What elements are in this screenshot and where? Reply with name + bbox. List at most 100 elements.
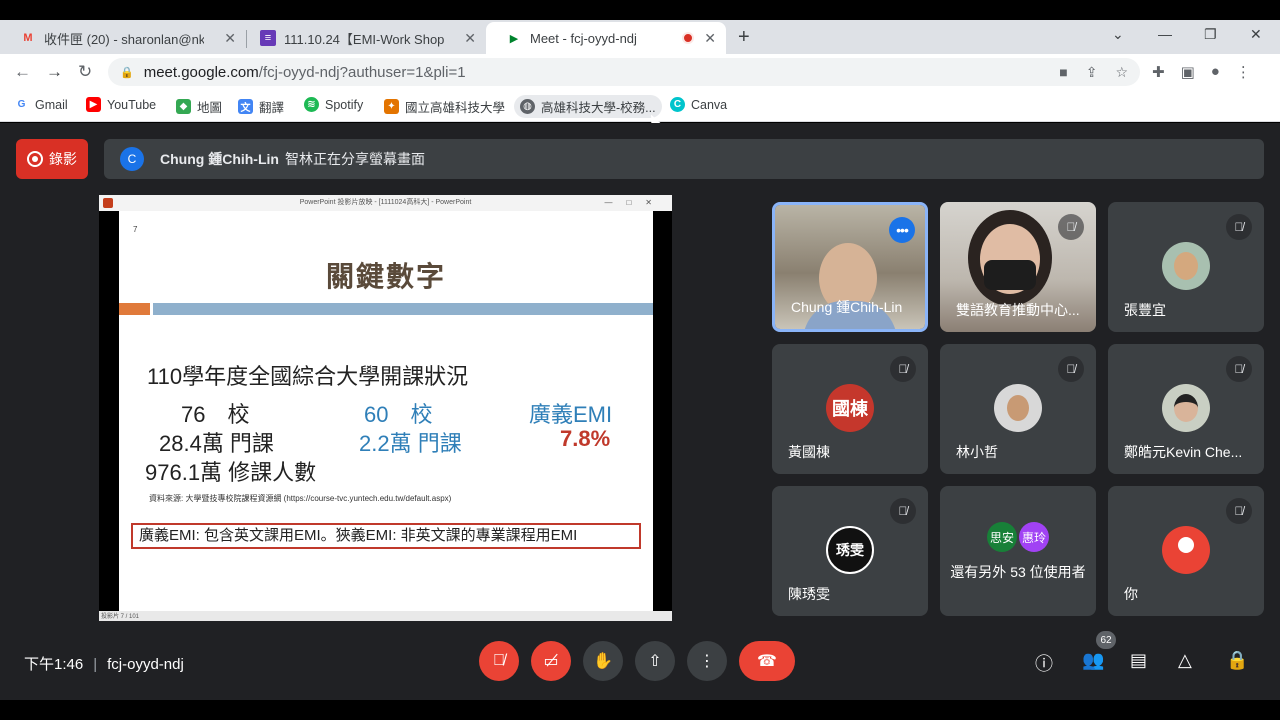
- meet-stage: 錄影 C Chung 鍾Chih-Lin 智林正在分享螢幕畫面 PowerPoi…: [0, 123, 1280, 700]
- toolbar: ← → ↻ 🔒 meet.google.com/fcj-oyyd-ndj?aut…: [0, 54, 1280, 90]
- current-time: 下午1:46: [24, 656, 84, 673]
- close-icon[interactable]: ✕: [704, 30, 716, 47]
- recording-label: 錄影: [49, 151, 77, 167]
- others-tile[interactable]: 思安 惠玲 還有另外 53 位使用者: [940, 486, 1096, 616]
- extensions-icon[interactable]: ✚: [1152, 63, 1165, 81]
- record-icon: [27, 151, 43, 167]
- mic-toggle-button[interactable]: 🎙̸: [479, 641, 519, 681]
- url-path: /fcj-oyyd-ndj?authuser=1&pli=1: [258, 63, 466, 81]
- slide-subtitle: 110學年度全國綜合大學開課狀況: [147, 364, 469, 389]
- bookmark-label: Gmail: [35, 97, 68, 112]
- recording-button[interactable]: 錄影: [16, 139, 88, 179]
- participant-name: 陳琇雯: [788, 586, 830, 602]
- tab-search-icon[interactable]: ⌄: [1112, 26, 1124, 43]
- address-bar[interactable]: 🔒 meet.google.com/fcj-oyyd-ndj?authuser=…: [108, 58, 1140, 86]
- bookmark-spotify[interactable]: ≋ Spotify: [304, 97, 363, 112]
- slide-emi-schools: 60 校: [364, 402, 433, 427]
- bookmark-star-icon[interactable]: ☆: [1115, 64, 1128, 81]
- camera-toggle-button[interactable]: ▭̸: [531, 641, 571, 681]
- tab-gmail[interactable]: M 收件匣 (20) - sharonlan@nkust.edu.tw ✕: [0, 22, 246, 54]
- leave-call-button[interactable]: ☎: [739, 641, 795, 681]
- reload-icon[interactable]: ↻: [78, 62, 92, 82]
- lock-icon: 🔒: [120, 66, 134, 79]
- participant-avatar: [1162, 384, 1210, 432]
- camera-off-icon: ▭̸: [543, 653, 559, 670]
- activities-icon[interactable]: △: [1178, 650, 1192, 671]
- more-options-icon[interactable]: •••: [889, 217, 915, 243]
- meeting-details-icon[interactable]: ⓘ: [1035, 650, 1053, 676]
- mic-off-icon: 🎙̸: [890, 498, 916, 524]
- slide-accent-bar-blue: [153, 303, 653, 315]
- bookmark-label: 國立高雄科技大學: [405, 101, 506, 115]
- new-tab-icon[interactable]: +: [738, 26, 750, 49]
- bookmark-label: 高雄科技大學-校務...: [541, 101, 656, 115]
- powerpoint-window-controls: —□✕: [604, 198, 666, 207]
- bookmark-nkust-affairs[interactable]: ◍ 高雄科技大學-校務...: [514, 95, 662, 118]
- others-summary: 思安 惠玲 還有另外 53 位使用者: [940, 522, 1096, 582]
- canva-icon: C: [670, 97, 685, 112]
- tab-forms[interactable]: ≡ 111.10.24【EMI-Work ShopIII】 ✕: [240, 22, 486, 54]
- bookmark-canva[interactable]: C Canva: [670, 97, 727, 112]
- tab-meet[interactable]: ▶ Meet - fcj-oyyd-ndj ✕: [486, 22, 726, 54]
- more-vert-icon: ⋮: [699, 653, 715, 670]
- bookmark-maps[interactable]: ◆ 地圖: [176, 97, 222, 116]
- self-tile[interactable]: 🎙̸ 你: [1108, 486, 1264, 616]
- side-panel-icon[interactable]: ▣: [1181, 63, 1195, 81]
- slide: 7 關鍵數字 110學年度全國綜合大學開課狀況 76 校 28.4萬 門課 97…: [119, 211, 653, 611]
- slide-emi-percentage: 7.8%: [560, 426, 611, 451]
- present-button[interactable]: ⇧: [635, 641, 675, 681]
- translate-icon: 文: [238, 99, 253, 114]
- recording-indicator-icon: [682, 32, 694, 44]
- slide-emi-label: 廣義EMI: [529, 402, 613, 427]
- participant-tile[interactable]: 🎙̸ 琇雯 陳琇雯: [772, 486, 928, 616]
- close-icon[interactable]: ✕: [464, 30, 476, 47]
- participant-name: 雙語教育推動中心...: [956, 302, 1080, 318]
- menu-icon[interactable]: ⋮: [1236, 63, 1251, 81]
- bookmark-nkust[interactable]: ✦ 國立高雄科技大學: [384, 97, 505, 116]
- control-bar: 下午1:46 | fcj-oyyd-ndj 🎙̸ ▭̸ ✋ ⇧ ⋮ ☎ ⓘ 👥 62…: [0, 625, 1280, 700]
- participant-tile[interactable]: 🎙̸ 雙語教育推動中心...: [940, 202, 1096, 332]
- slide-stat-enrollment: 976.1萬 修課人數: [145, 460, 317, 485]
- people-icon[interactable]: 👥: [1082, 650, 1104, 671]
- slide-source: 資料來源: 大學暨技專校院課程資源網 (https://course-tvc.y…: [149, 494, 452, 503]
- raise-hand-button[interactable]: ✋: [583, 641, 623, 681]
- tab-title: 收件匣 (20) - sharonlan@nkust.edu.tw: [44, 31, 204, 47]
- person-icon: [1178, 537, 1194, 553]
- participant-tile[interactable]: 🎙̸ 張豐宜: [1108, 202, 1264, 332]
- forms-icon: ≡: [260, 30, 276, 46]
- slide-definition-box: 廣義EMI: 包含英文課用EMI。狹義EMI: 非英文課的專業課程用EMI: [131, 523, 641, 549]
- camera-icon[interactable]: ■: [1059, 64, 1067, 81]
- window-close-icon[interactable]: ✕: [1250, 26, 1262, 43]
- bookmark-gmail[interactable]: G Gmail: [14, 97, 68, 112]
- host-controls-icon[interactable]: 🔒: [1226, 650, 1248, 671]
- mic-off-icon: 🎙̸: [493, 652, 505, 669]
- minimize-icon[interactable]: —: [1158, 26, 1172, 42]
- participant-tile[interactable]: ••• Chung 鍾Chih-Lin: [772, 202, 928, 332]
- presenting-banner: C Chung 鍾Chih-Lin 智林正在分享螢幕畫面: [104, 139, 1264, 179]
- chat-icon[interactable]: ▤: [1130, 650, 1147, 671]
- slide-title: 關鍵數字: [325, 261, 446, 292]
- powerpoint-statusbar: 投影片 7 / 101: [99, 611, 672, 621]
- bookmark-translate[interactable]: 文翻譯: [238, 97, 284, 116]
- participant-tile[interactable]: 🎙̸ 林小哲: [940, 344, 1096, 474]
- share-icon[interactable]: ⇪: [1086, 64, 1098, 81]
- present-screen-icon: ⇧: [648, 653, 662, 670]
- shared-screen: PowerPoint 投影片放映 - [1111024高科大] - PowerP…: [99, 195, 672, 621]
- participant-tile[interactable]: 🎙̸ 鄭皓元Kevin Che...: [1108, 344, 1264, 474]
- close-icon[interactable]: ✕: [224, 30, 236, 47]
- self-avatar: [1162, 526, 1210, 574]
- participant-name: 張豐宜: [1124, 302, 1166, 318]
- profile-icon[interactable]: ●: [1211, 63, 1220, 81]
- bookmark-youtube[interactable]: ▶ YouTube: [86, 97, 156, 112]
- bookmark-label: Spotify: [325, 97, 364, 112]
- participant-name: 林小哲: [956, 444, 998, 460]
- forward-icon[interactable]: →: [46, 62, 63, 82]
- bookmark-label: YouTube: [107, 97, 157, 112]
- restore-icon[interactable]: ❐: [1204, 26, 1217, 43]
- back-icon[interactable]: ←: [14, 62, 31, 82]
- slide-stat-schools: 76 校: [181, 402, 250, 427]
- slide-emi-courses: 2.2萬 門課: [359, 431, 462, 456]
- tab-title: Meet - fcj-oyyd-ndj: [530, 30, 637, 46]
- more-options-button[interactable]: ⋮: [687, 641, 727, 681]
- participant-tile[interactable]: 🎙̸ 國棟 黃國棟: [772, 344, 928, 474]
